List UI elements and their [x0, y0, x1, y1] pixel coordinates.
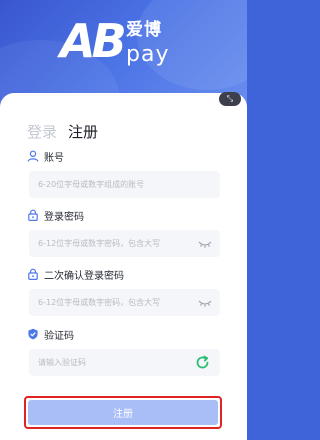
user-icon — [27, 150, 39, 162]
tab-login[interactable]: 登录 — [27, 121, 57, 142]
account-input[interactable]: 6-20位字母或数字组成的账号 — [29, 171, 220, 198]
submit-highlight: 注册 — [24, 396, 222, 429]
captcha-input[interactable]: 请输入验证码 — [29, 349, 220, 376]
password-label-text: 登录密码 — [44, 211, 84, 223]
account-placeholder: 6-20位字母或数字组成的账号 — [38, 180, 145, 189]
logo-pay-text: pay — [126, 42, 170, 67]
captcha-label-text: 验证码 — [44, 330, 74, 342]
confirm-password-label-text: 二次确认登录密码 — [44, 270, 124, 282]
confirm-password-label: 二次确认登录密码 — [27, 266, 124, 282]
confirm-password-placeholder: 6-12位字母或数字密码，包含大写 — [38, 298, 161, 307]
captcha-placeholder: 请输入验证码 — [38, 358, 86, 367]
refresh-icon[interactable] — [195, 355, 210, 370]
shield-check-icon — [27, 328, 39, 340]
logo-cn-text: 爱博 — [126, 20, 162, 40]
lock-icon — [27, 268, 39, 281]
account-label-text: 账号 — [44, 152, 64, 164]
eye-closed-icon[interactable] — [198, 298, 212, 308]
lock-icon — [27, 209, 39, 222]
register-button[interactable]: 注册 — [28, 400, 218, 425]
account-label: 账号 — [27, 148, 64, 164]
eye-closed-icon[interactable] — [198, 239, 212, 249]
brand-logo: AB 爱博 pay — [60, 14, 190, 74]
password-placeholder: 6-12位字母或数字密码，包含大写 — [38, 239, 161, 248]
logo-mark: AB — [60, 14, 127, 68]
captcha-label: 验证码 — [27, 326, 74, 342]
confirm-password-input[interactable]: 6-12位字母或数字密码，包含大写 — [29, 289, 220, 316]
expand-toggle-icon[interactable]: ⤡ — [219, 92, 241, 106]
password-label: 登录密码 — [27, 207, 84, 223]
password-input[interactable]: 6-12位字母或数字密码，包含大写 — [29, 230, 220, 257]
tab-register[interactable]: 注册 — [68, 121, 98, 142]
